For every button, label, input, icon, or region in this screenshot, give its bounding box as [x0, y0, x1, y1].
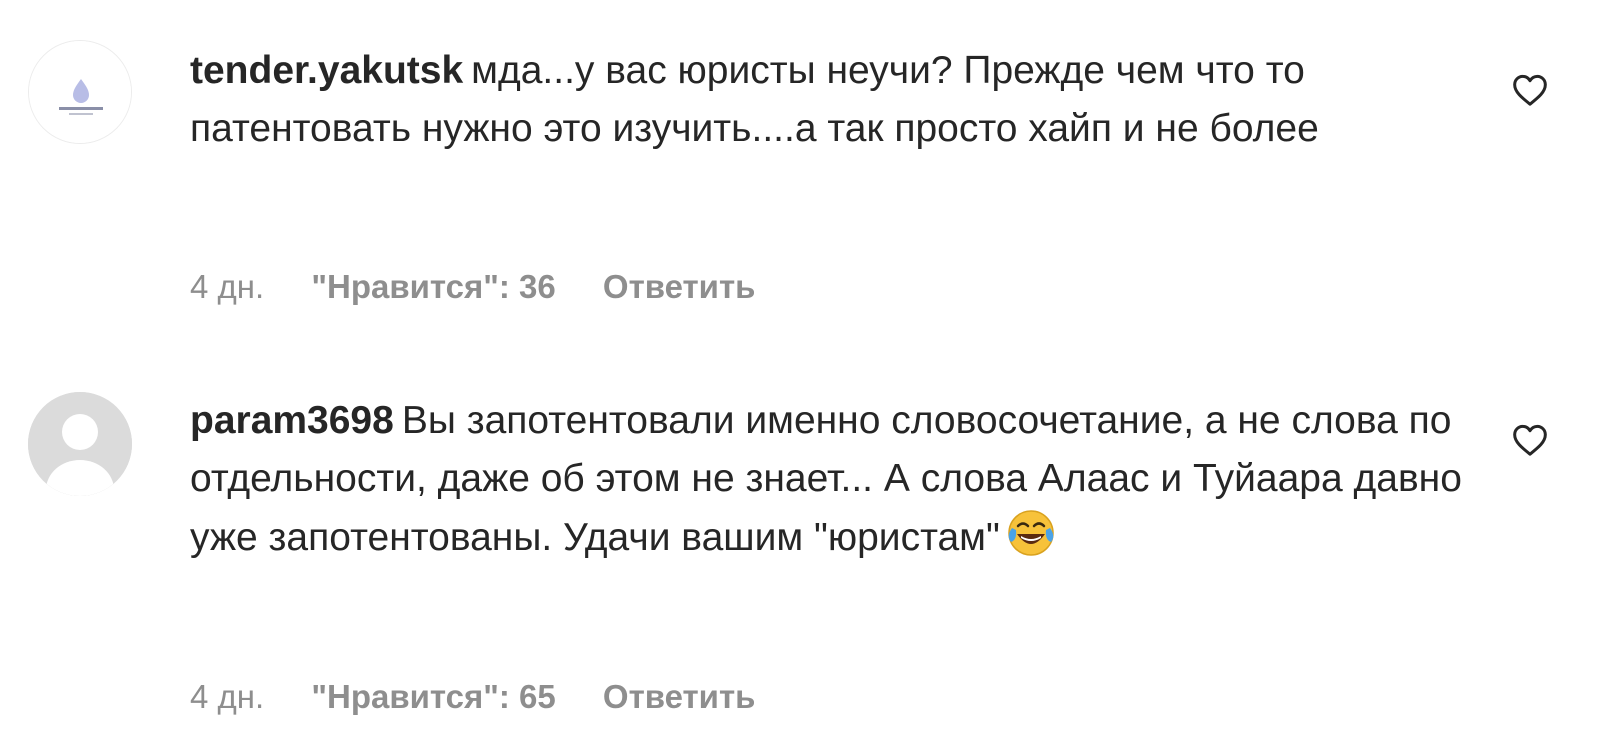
comment-time[interactable]: 4 дн. — [190, 268, 264, 305]
comment-likes[interactable]: "Нравится": 36 — [311, 268, 555, 305]
comment-item: tender.yakutsk мда...у вас юристы неучи? … — [0, 0, 1600, 350]
logo-avatar-icon — [29, 41, 131, 143]
heart-icon[interactable] — [1510, 420, 1550, 460]
laughing-crying-emoji-icon — [1006, 508, 1056, 575]
comment-text-block: tender.yakutsk мда...у вас юристы неучи? … — [190, 42, 1480, 158]
comment-username[interactable]: param3698 — [190, 399, 394, 442]
avatar[interactable] — [28, 392, 132, 496]
heart-icon[interactable] — [1510, 70, 1550, 110]
comment-username[interactable]: tender.yakutsk — [190, 49, 463, 92]
comment-text-block: param3698 Вы запотентовали именно словосо… — [190, 392, 1480, 575]
comment-item: param3698 Вы запотентовали именно словосо… — [0, 370, 1600, 749]
comment-body: param3698 Вы запотентовали именно словосо… — [190, 392, 1480, 575]
reply-button[interactable]: Ответить — [603, 678, 756, 715]
default-avatar-icon — [28, 392, 132, 496]
comment-meta: 4 дн. "Нравится": 65 Ответить — [190, 678, 793, 716]
comment-likes[interactable]: "Нравится": 65 — [311, 678, 555, 715]
comment-time[interactable]: 4 дн. — [190, 678, 264, 715]
reply-button[interactable]: Ответить — [603, 268, 756, 305]
comment-meta: 4 дн. "Нравится": 36 Ответить — [190, 268, 793, 306]
avatar[interactable] — [28, 40, 132, 144]
comment-body: tender.yakutsk мда...у вас юристы неучи? … — [190, 42, 1480, 158]
